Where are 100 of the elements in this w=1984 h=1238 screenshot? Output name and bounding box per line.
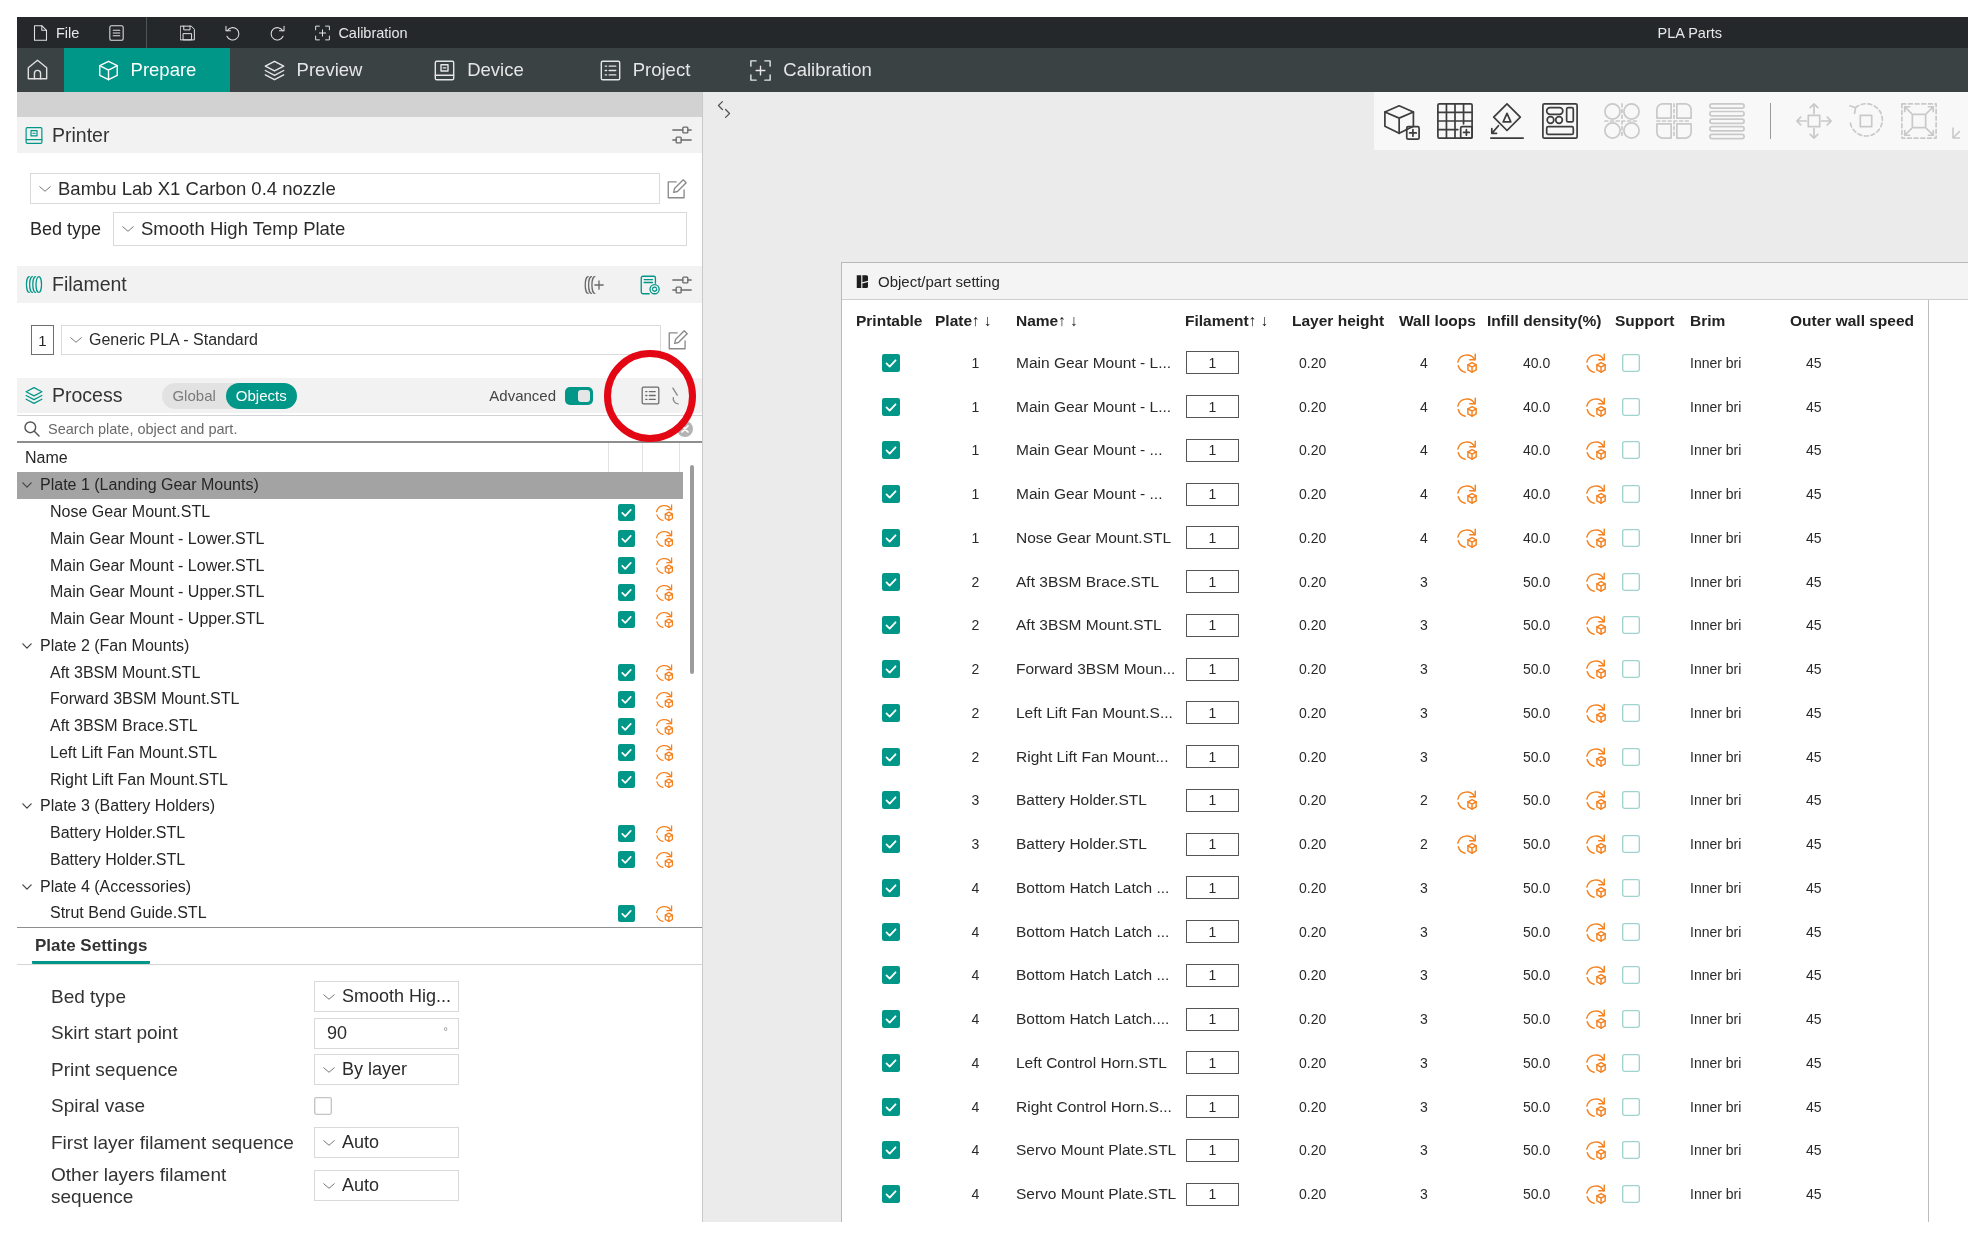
cycle-cube-icon[interactable] bbox=[1585, 789, 1608, 812]
dropdown-field[interactable]: Smooth Hig... bbox=[314, 981, 459, 1012]
filament-input[interactable]: 1 bbox=[1186, 1051, 1239, 1075]
cycle-cube-icon[interactable] bbox=[1585, 439, 1608, 462]
edit-icon[interactable] bbox=[667, 178, 687, 199]
checkbox[interactable] bbox=[1622, 353, 1640, 372]
dropdown-field[interactable]: Auto bbox=[314, 1170, 459, 1201]
cycle-cube-icon[interactable] bbox=[1585, 701, 1608, 724]
mode-option[interactable]: Objects bbox=[225, 382, 297, 409]
checkbox[interactable] bbox=[882, 703, 900, 722]
edit-icon[interactable] bbox=[668, 330, 688, 350]
checkbox[interactable] bbox=[1622, 572, 1640, 591]
cycle-cube-icon[interactable] bbox=[1585, 395, 1608, 418]
sync-icon[interactable] bbox=[640, 274, 660, 295]
cycle-cube-icon[interactable] bbox=[1585, 1051, 1608, 1074]
checkbox[interactable] bbox=[618, 717, 635, 735]
tree-row[interactable]: Nose Gear Mount.STL bbox=[17, 498, 683, 526]
cycle-cube-icon[interactable] bbox=[1585, 1139, 1608, 1162]
checkbox[interactable] bbox=[618, 530, 635, 548]
filament-input[interactable]: 1 bbox=[1186, 963, 1239, 987]
tree-row[interactable]: Plate 4 (Accessories) bbox=[17, 873, 683, 900]
filament-input[interactable]: 1 bbox=[1186, 570, 1239, 594]
menu-icon[interactable] bbox=[109, 24, 125, 41]
advanced-switch[interactable] bbox=[565, 386, 593, 405]
checkbox[interactable] bbox=[1622, 660, 1640, 679]
chevron-down-icon[interactable] bbox=[22, 482, 32, 489]
cycle-cube-icon[interactable] bbox=[1455, 833, 1478, 856]
checkbox[interactable] bbox=[882, 1185, 900, 1204]
cycle-cube-icon[interactable] bbox=[655, 743, 674, 763]
checkbox[interactable] bbox=[1622, 1097, 1640, 1116]
cycle-cube-icon[interactable] bbox=[655, 582, 674, 602]
tree-row[interactable]: Battery Holder.STL bbox=[17, 846, 683, 874]
checkbox[interactable] bbox=[618, 771, 635, 789]
tree-row[interactable]: Right Lift Fan Mount.STL bbox=[17, 766, 683, 793]
nav-tab[interactable]: Device bbox=[396, 48, 562, 92]
add-spool-icon[interactable] bbox=[584, 274, 604, 295]
filament-input[interactable]: 1 bbox=[1186, 832, 1239, 856]
checkbox[interactable] bbox=[1622, 528, 1640, 547]
cycle-cube-icon[interactable] bbox=[655, 556, 674, 576]
undo-icon[interactable] bbox=[225, 24, 241, 41]
tree-row[interactable]: Main Gear Mount - Upper.STL bbox=[17, 579, 683, 606]
filament-input[interactable]: 1 bbox=[1186, 876, 1239, 900]
filament-input[interactable]: 1 bbox=[1186, 920, 1239, 944]
tree-row[interactable]: Strut Bend Guide.STL bbox=[17, 900, 683, 927]
filament-input[interactable]: 1 bbox=[1186, 745, 1239, 769]
checkbox[interactable] bbox=[882, 1141, 900, 1160]
cycle-cube-icon[interactable] bbox=[1585, 351, 1608, 374]
filament-input[interactable]: 1 bbox=[1186, 438, 1239, 462]
layout-icon[interactable] bbox=[1540, 102, 1579, 140]
checkbox[interactable] bbox=[618, 557, 635, 575]
filament-input[interactable]: 1 bbox=[1186, 395, 1239, 419]
filament-input[interactable]: 1 bbox=[1186, 351, 1239, 375]
checkbox[interactable] bbox=[882, 397, 900, 416]
cycle-cube-icon[interactable] bbox=[655, 770, 674, 790]
tree-row[interactable]: Battery Holder.STL bbox=[17, 819, 683, 847]
checkbox[interactable] bbox=[1622, 1185, 1640, 1204]
filament-input[interactable]: 1 bbox=[1186, 1138, 1239, 1162]
checkbox[interactable] bbox=[1622, 1141, 1640, 1160]
tree-row[interactable]: Aft 3BSM Brace.STL bbox=[17, 712, 683, 740]
tree-row[interactable]: Forward 3BSM Mount.STL bbox=[17, 686, 683, 713]
arc-fragment-icon[interactable] bbox=[672, 386, 679, 405]
cycle-cube-icon[interactable] bbox=[655, 823, 674, 843]
checkbox[interactable] bbox=[618, 744, 635, 762]
printer-select[interactable]: Bambu Lab X1 Carbon 0.4 nozzle bbox=[30, 173, 660, 204]
tree-row[interactable]: Plate 1 (Landing Gear Mounts) bbox=[17, 472, 683, 499]
checkbox[interactable] bbox=[1622, 747, 1640, 766]
number-field[interactable]: 90 ° bbox=[314, 1017, 459, 1049]
cycle-cube-icon[interactable] bbox=[1455, 395, 1478, 418]
tree-row[interactable]: Main Gear Mount - Upper.STL bbox=[17, 605, 683, 633]
cycle-cube-icon[interactable] bbox=[655, 663, 674, 683]
chevron-down-icon[interactable] bbox=[22, 642, 32, 649]
cycle-cube-icon[interactable] bbox=[1585, 1095, 1608, 1118]
cycle-cube-icon[interactable] bbox=[1585, 614, 1608, 637]
checkbox[interactable] bbox=[618, 851, 635, 869]
cycle-cube-icon[interactable] bbox=[1585, 483, 1608, 506]
cycle-cube-icon[interactable] bbox=[1455, 526, 1478, 549]
list-icon[interactable] bbox=[641, 386, 660, 405]
cycle-cube-icon[interactable] bbox=[655, 502, 674, 522]
cycle-cube-icon[interactable] bbox=[1585, 964, 1608, 987]
filament-input[interactable]: 1 bbox=[1186, 657, 1239, 681]
cycle-cube-icon[interactable] bbox=[655, 529, 674, 549]
checkbox[interactable] bbox=[882, 1097, 900, 1116]
checkbox[interactable] bbox=[882, 660, 900, 679]
cycle-cube-icon[interactable] bbox=[1585, 1008, 1608, 1031]
checkbox[interactable] bbox=[1622, 966, 1640, 985]
checkbox[interactable] bbox=[882, 791, 900, 810]
save-icon[interactable] bbox=[180, 24, 196, 41]
cycle-cube-icon[interactable] bbox=[1455, 439, 1478, 462]
redo-icon[interactable] bbox=[270, 24, 286, 41]
nav-tab[interactable]: Preview bbox=[230, 48, 396, 92]
checkbox[interactable] bbox=[882, 485, 900, 504]
checkbox[interactable] bbox=[1622, 791, 1640, 810]
calibration-button[interactable]: Calibration bbox=[315, 24, 408, 41]
cycle-cube-icon[interactable] bbox=[655, 903, 674, 923]
cycle-cube-icon[interactable] bbox=[1585, 745, 1608, 768]
checkbox[interactable] bbox=[882, 572, 900, 591]
cycle-cube-icon[interactable] bbox=[655, 689, 674, 709]
add-grid-icon[interactable] bbox=[1435, 102, 1474, 140]
checkbox[interactable] bbox=[882, 1053, 900, 1072]
checkbox[interactable] bbox=[1622, 1010, 1640, 1029]
